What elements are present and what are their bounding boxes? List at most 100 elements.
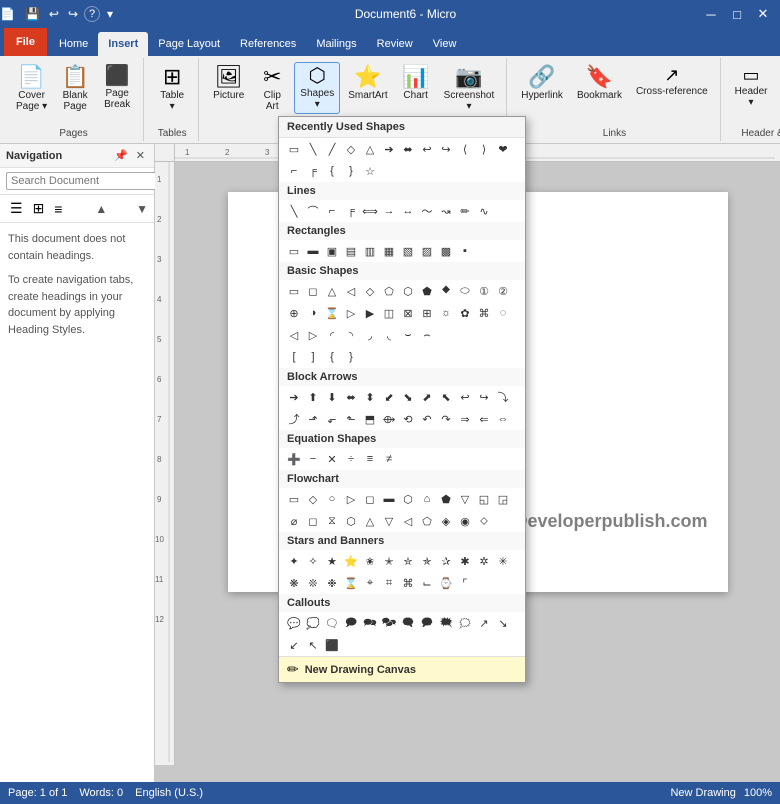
basic-rect[interactable]: ▭ xyxy=(285,282,303,300)
fc-25[interactable]: △ xyxy=(361,512,379,530)
banner-5[interactable]: ⌖ xyxy=(361,574,379,592)
fc-10[interactable]: ▽ xyxy=(456,490,474,508)
callout-8[interactable]: 🗭 xyxy=(418,614,436,632)
cross-reference-button[interactable]: ↗ Cross-reference xyxy=(630,62,714,101)
fc-27[interactable]: ◁ xyxy=(399,512,417,530)
fc-4[interactable]: ▷ xyxy=(342,490,360,508)
banner-7[interactable]: ⌘ xyxy=(399,574,417,592)
callout-22[interactable]: ↖ xyxy=(304,636,322,654)
fc-21[interactable]: ⌀ xyxy=(285,512,303,530)
basic-dec[interactable]: ⬭ xyxy=(456,282,474,300)
star-8[interactable]: ✯ xyxy=(418,552,436,570)
line-curve2[interactable]: 〜 xyxy=(418,202,436,220)
maximize-button[interactable]: □ xyxy=(724,3,750,25)
callout-9[interactable]: 🗮 xyxy=(437,614,455,632)
callout-1[interactable]: 💬 xyxy=(285,614,303,632)
rect-snip1[interactable]: ▣ xyxy=(323,242,341,260)
nav-close-button[interactable]: ✕ xyxy=(133,148,148,163)
basic-b3[interactable]: ⌛ xyxy=(323,304,341,322)
callout-21[interactable]: ↙ xyxy=(285,636,303,654)
page-break-button[interactable]: ⬛ PageBreak xyxy=(97,62,137,114)
shape-arrow1[interactable]: ➔ xyxy=(380,140,398,158)
banner-8[interactable]: ⌙ xyxy=(418,574,436,592)
ba-31[interactable]: ⇐ xyxy=(475,410,493,428)
rect-snip7[interactable]: ▩ xyxy=(437,242,455,260)
eq-minus[interactable]: − xyxy=(304,450,322,468)
fc-8[interactable]: ⌂ xyxy=(418,490,436,508)
callout-6[interactable]: 🗫 xyxy=(380,614,398,632)
fc-31[interactable]: ⬦ xyxy=(475,512,493,530)
shapes-button[interactable]: ⬡ Shapes▾ xyxy=(294,62,340,114)
callout-7[interactable]: 🗬 xyxy=(399,614,417,632)
rect-snip5[interactable]: ▧ xyxy=(399,242,417,260)
ba-25[interactable]: ⬒ xyxy=(361,410,379,428)
blank-page-button[interactable]: 📋 BlankPage xyxy=(55,62,95,116)
basic-b6[interactable]: ◫ xyxy=(380,304,398,322)
tab-page-layout[interactable]: Page Layout xyxy=(148,32,230,56)
star-11[interactable]: ✲ xyxy=(475,552,493,570)
help-button[interactable]: ? xyxy=(84,6,100,22)
basic-diamond[interactable]: ◇ xyxy=(361,282,379,300)
tab-file[interactable]: File xyxy=(4,28,47,56)
fc-12[interactable]: ◲ xyxy=(494,490,512,508)
line-straight[interactable]: ╲ xyxy=(285,202,303,220)
fc-26[interactable]: ▽ xyxy=(380,512,398,530)
callout-10[interactable]: 🗯 xyxy=(456,614,474,632)
nav-down-button[interactable]: ▼ xyxy=(136,202,148,216)
basic-square[interactable]: ◻ xyxy=(304,282,322,300)
fc-22[interactable]: ◻ xyxy=(304,512,322,530)
rect-snip2[interactable]: ▤ xyxy=(342,242,360,260)
star-1[interactable]: ✦ xyxy=(285,552,303,570)
callout-5[interactable]: 🗪 xyxy=(361,614,379,632)
ba-6[interactable]: ⬋ xyxy=(380,388,398,406)
ba-10[interactable]: ↩ xyxy=(456,388,474,406)
ba-21[interactable]: ⤴ xyxy=(285,410,303,428)
star-7[interactable]: ✮ xyxy=(399,552,417,570)
fc-11[interactable]: ◱ xyxy=(475,490,493,508)
tab-home[interactable]: Home xyxy=(49,32,98,56)
star-9[interactable]: ✰ xyxy=(437,552,455,570)
screenshot-button[interactable]: 📷 Screenshot▾ xyxy=(438,62,501,116)
line-elbow2[interactable]: ╒ xyxy=(342,202,360,220)
shape-curly2[interactable]: ⟩ xyxy=(475,140,493,158)
fc-3[interactable]: ○ xyxy=(323,490,341,508)
ba-24[interactable]: ⬑ xyxy=(342,410,360,428)
ba-4[interactable]: ⬌ xyxy=(342,388,360,406)
ba-30[interactable]: ⇒ xyxy=(456,410,474,428)
basic-b5[interactable]: ▶ xyxy=(361,304,379,322)
nav-headings-view-button[interactable]: ☰ xyxy=(6,198,27,219)
shape-rect[interactable]: ▭ xyxy=(285,140,303,158)
star-3[interactable]: ★ xyxy=(323,552,341,570)
star-5[interactable]: ✬ xyxy=(361,552,379,570)
hyperlink-button[interactable]: 🔗 Hyperlink xyxy=(515,62,569,105)
star-10[interactable]: ✱ xyxy=(456,552,474,570)
ba-3[interactable]: ⬇ xyxy=(323,388,341,406)
star-6[interactable]: ✭ xyxy=(380,552,398,570)
chart-button[interactable]: 📊 Chart xyxy=(396,62,436,105)
shape-r1[interactable]: ⌐ xyxy=(285,162,303,180)
rect-snip6[interactable]: ▨ xyxy=(418,242,436,260)
nav-up-button[interactable]: ▲ xyxy=(95,202,107,216)
basic-b2[interactable]: ◑ xyxy=(304,304,322,322)
rect-frame[interactable]: ▪ xyxy=(456,242,474,260)
shape-arrow2[interactable]: ⬌ xyxy=(399,140,417,158)
redo-button[interactable]: ↪ xyxy=(65,5,81,23)
basic-d4[interactable]: } xyxy=(342,348,360,366)
clip-art-button[interactable]: ✂ ClipArt xyxy=(252,62,292,116)
basic-b1[interactable]: ⊕ xyxy=(285,304,303,322)
shape-r4[interactable]: } xyxy=(342,162,360,180)
basic-c8[interactable]: ⌢ xyxy=(418,326,436,344)
close-button[interactable]: ✕ xyxy=(750,3,776,25)
undo-button[interactable]: ↩ xyxy=(46,5,62,23)
ba-1[interactable]: ➔ xyxy=(285,388,303,406)
banner-10[interactable]: ⌜ xyxy=(456,574,474,592)
callout-2[interactable]: 💭 xyxy=(304,614,322,632)
minimize-button[interactable]: ─ xyxy=(698,3,724,25)
star-12[interactable]: ✳ xyxy=(494,552,512,570)
fc-30[interactable]: ◉ xyxy=(456,512,474,530)
ba-27[interactable]: ⟲ xyxy=(399,410,417,428)
basic-oct[interactable]: ⯁ xyxy=(437,282,455,300)
ba-5[interactable]: ⬍ xyxy=(361,388,379,406)
basic-hex[interactable]: ⬡ xyxy=(399,282,417,300)
callout-4[interactable]: 🗩 xyxy=(342,614,360,632)
